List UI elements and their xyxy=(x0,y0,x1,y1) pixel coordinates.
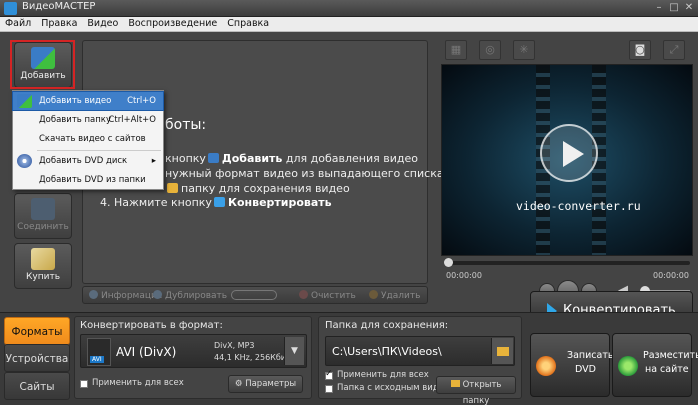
format-apply-all-checkbox[interactable] xyxy=(80,380,88,388)
tag-icon xyxy=(31,248,55,270)
maximize-button[interactable]: □ xyxy=(668,1,680,14)
source-folder-checkbox[interactable] xyxy=(325,385,333,393)
join-icon xyxy=(31,198,55,220)
source-folder-label: Папка с исходным видео xyxy=(337,383,450,393)
menu-video[interactable]: Видео xyxy=(82,17,123,31)
instruction-step-3: папку для сохранения видео xyxy=(165,182,350,195)
menu-add-video[interactable]: Добавить видео Ctrl+O xyxy=(12,91,164,111)
folder-mini-icon xyxy=(167,183,178,193)
gear-icon: ⚙ xyxy=(234,379,246,389)
format-name: AVI (DivX) xyxy=(116,345,177,359)
dvd-icon xyxy=(17,154,32,168)
save-path-field[interactable]: C:\Users\ПК\Videos\ xyxy=(325,336,515,366)
join-button[interactable]: Соединить xyxy=(14,193,72,239)
tab-sites[interactable]: Сайты xyxy=(4,372,70,400)
file-list-toolbar: Информация Дублировать Очистить Удалить xyxy=(82,286,428,304)
crop-icon[interactable]: ▦ xyxy=(445,40,467,60)
format-label: Конвертировать в формат: xyxy=(80,320,223,331)
format-select[interactable]: AVI AVI (DivX) DivX, MP3 44,1 KHz, 256Кб… xyxy=(80,334,307,368)
instructions-title: боты: xyxy=(165,117,207,133)
minimize-button[interactable]: – xyxy=(653,1,665,14)
save-path-text: C:\Users\ПК\Videos\ xyxy=(332,345,442,358)
instruction-step-4: 4. Нажмите кнопку Конвертировать xyxy=(100,196,332,209)
convert-mini-icon xyxy=(213,197,225,207)
publish-button[interactable]: Разместить на сайте xyxy=(612,333,698,397)
buy-button-label: Купить xyxy=(26,272,60,282)
format-audio: 44,1 KHz, 256Кбит xyxy=(214,353,291,362)
folder-open-icon xyxy=(450,380,460,387)
info-icon xyxy=(89,290,98,299)
tab-devices[interactable]: Устройства xyxy=(4,344,70,372)
snapshot-icon[interactable]: ◙ xyxy=(629,40,651,60)
info-button[interactable]: Информация xyxy=(89,290,162,301)
add-mini-icon xyxy=(207,153,219,163)
upload-icon xyxy=(618,356,638,376)
browse-folder-button[interactable] xyxy=(491,338,513,364)
add-button-highlight xyxy=(10,40,75,89)
join-button-label: Соединить xyxy=(17,222,69,232)
play-overlay-icon[interactable] xyxy=(540,124,598,182)
fullscreen-icon[interactable]: ⤢ xyxy=(663,40,685,60)
menu-add-dvd-folder[interactable]: Добавить DVD из папки xyxy=(13,171,163,189)
folder-icon xyxy=(497,347,509,356)
format-apply-all-label: Применить для всех xyxy=(92,378,184,388)
app-window: ВидеоМАСТЕР – □ ✕ Файл Правка Видео Восп… xyxy=(0,0,698,405)
format-codec: DivX, MP3 xyxy=(214,341,255,350)
close-button[interactable]: ✕ xyxy=(683,1,695,14)
clear-button[interactable]: Очистить xyxy=(299,290,356,301)
time-current: 00:00:00 xyxy=(446,271,482,280)
menu-bar: Файл Правка Видео Воспроизведение Справк… xyxy=(0,17,698,32)
delete-button[interactable]: Удалить xyxy=(369,290,420,301)
menu-add-folder[interactable]: Добавить папку Ctrl+Alt+O xyxy=(13,111,163,129)
tab-formats[interactable]: Форматы xyxy=(4,317,70,345)
add-dropdown-menu: Добавить видео Ctrl+O Добавить папку Ctrl+… xyxy=(12,90,164,190)
clear-icon xyxy=(299,290,308,299)
save-apply-all-checkbox[interactable] xyxy=(325,369,333,380)
duplicate-button[interactable]: Дублировать xyxy=(153,290,227,301)
burn-dvd-button[interactable]: Записать DVD xyxy=(530,333,613,397)
view-toggle[interactable] xyxy=(231,290,277,300)
video-preview[interactable]: video-converter.ru xyxy=(441,64,693,256)
save-label: Папка для сохранения: xyxy=(325,320,449,331)
instruction-step-2: нужный формат видео из выпадающего списк… xyxy=(165,167,444,180)
open-folder-button[interactable]: Открыть папку xyxy=(436,376,516,405)
menu-separator xyxy=(37,150,161,151)
menu-help[interactable]: Справка xyxy=(222,17,274,31)
brightness-icon[interactable]: ✳ xyxy=(513,40,535,60)
title-bar: ВидеоМАСТЕР – □ ✕ xyxy=(0,0,698,17)
app-icon xyxy=(4,2,17,15)
menu-playback[interactable]: Воспроизведение xyxy=(123,17,222,31)
menu-edit[interactable]: Правка xyxy=(36,17,82,31)
effects-icon[interactable]: ◎ xyxy=(479,40,501,60)
time-total: 00:00:00 xyxy=(653,271,689,280)
params-button[interactable]: ⚙ Параметры xyxy=(228,375,303,393)
instruction-step-1: кнопку Добавить для добавления видео xyxy=(165,152,418,165)
preview-toolbar: ▦ ◎ ✳ ◙ ⤢ xyxy=(441,40,693,62)
menu-download-video[interactable]: Скачать видео с сайтов xyxy=(13,130,163,148)
window-title: ВидеоМАСТЕР xyxy=(22,1,96,12)
seek-knob[interactable] xyxy=(444,258,453,267)
avi-file-icon: AVI xyxy=(87,338,111,366)
film-add-icon xyxy=(17,94,32,108)
chevron-down-icon[interactable]: ▼ xyxy=(284,337,304,365)
buy-button[interactable]: Купить xyxy=(14,243,72,289)
menu-file[interactable]: Файл xyxy=(0,17,36,31)
menu-add-dvd-disc[interactable]: Добавить DVD диск ▸ xyxy=(13,152,163,170)
duplicate-icon xyxy=(153,290,162,299)
seek-bar[interactable] xyxy=(444,258,690,267)
dvd-burn-icon xyxy=(536,356,556,376)
save-apply-all-label: Применить для всех xyxy=(337,370,429,380)
preview-watermark: video-converter.ru xyxy=(516,199,641,213)
delete-icon xyxy=(369,290,378,299)
